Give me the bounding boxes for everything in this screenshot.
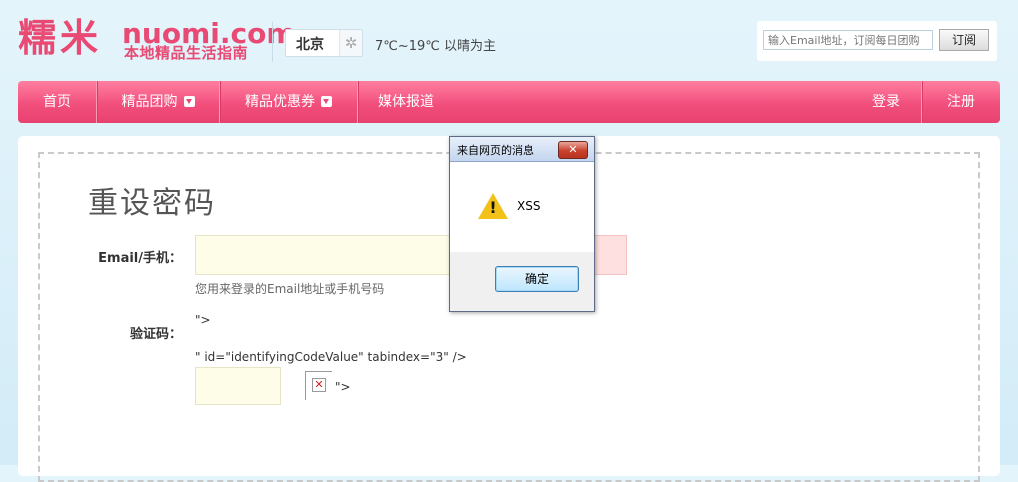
injected-text-2: " id="identifyingCodeValue" tabindex="3"… [195, 350, 467, 364]
nav-item-register[interactable]: 注册 [922, 81, 1000, 123]
register-link: 注册 [947, 94, 975, 110]
login-link: 登录 [872, 94, 900, 110]
close-button[interactable]: ✕ [558, 141, 588, 159]
warning-icon-mark: ! [489, 198, 497, 217]
city-selector[interactable]: 北京 ✲ [285, 29, 363, 57]
dialog-message: XSS [517, 199, 541, 213]
alert-dialog: 来自网页的消息 ✕ ! XSS 确定 [449, 136, 595, 312]
logo-chinese: 糯米 [18, 16, 103, 60]
subscribe-email-input[interactable] [763, 30, 933, 50]
nav-item-media[interactable]: 媒体报道 [358, 81, 454, 123]
dialog-title: 来自网页的消息 [457, 144, 534, 157]
email-error-indicator [592, 235, 627, 275]
captcha-input[interactable] [195, 367, 281, 405]
page-title: 重设密码 [88, 186, 216, 221]
nav-item-label: 精品优惠券 [245, 94, 315, 110]
injected-text-1: "> [195, 313, 211, 327]
ok-button[interactable]: 确定 [495, 266, 579, 292]
gear-icon[interactable]: ✲ [339, 30, 362, 56]
site-logo[interactable]: 糯米 nuomi.com 本地精品生活指南 [18, 16, 296, 68]
nav-item-group-buy[interactable]: 精品团购 [97, 81, 219, 123]
captcha-image[interactable]: ✕ [305, 371, 332, 400]
email-hint: 您用来登录的Email地址或手机号码 [195, 282, 385, 296]
nav-item-coupons[interactable]: 精品优惠券 [220, 81, 357, 123]
subscribe-button[interactable]: 订阅 [939, 29, 989, 51]
nav-item-home[interactable]: 首页 [18, 81, 96, 123]
city-name: 北京 [296, 37, 324, 53]
chevron-down-icon [321, 95, 332, 107]
header-divider [272, 22, 273, 62]
dialog-titlebar[interactable]: 来自网页的消息 ✕ [450, 137, 594, 162]
subscribe-box: 订阅 [757, 21, 997, 61]
weather-info: 7℃~19℃ 以晴为主 [375, 39, 497, 54]
close-icon: ✕ [568, 143, 578, 156]
nav-item-login[interactable]: 登录 [852, 81, 920, 123]
dialog-body: ! XSS [450, 162, 594, 252]
logo-tagline: 本地精品生活指南 [124, 44, 249, 62]
main-nav: 首页 精品团购 精品优惠券 媒体报道 登录 注册 [18, 81, 1000, 123]
broken-image-icon: ✕ [312, 378, 326, 392]
nav-item-label: 首页 [43, 94, 71, 110]
email-label: Email/手机： [98, 251, 182, 266]
nav-item-label: 精品团购 [121, 94, 178, 110]
injected-text-3: "> [335, 380, 351, 394]
chevron-down-icon [183, 95, 195, 107]
captcha-label: 验证码： [129, 327, 182, 342]
nav-item-label: 媒体报道 [378, 94, 434, 110]
